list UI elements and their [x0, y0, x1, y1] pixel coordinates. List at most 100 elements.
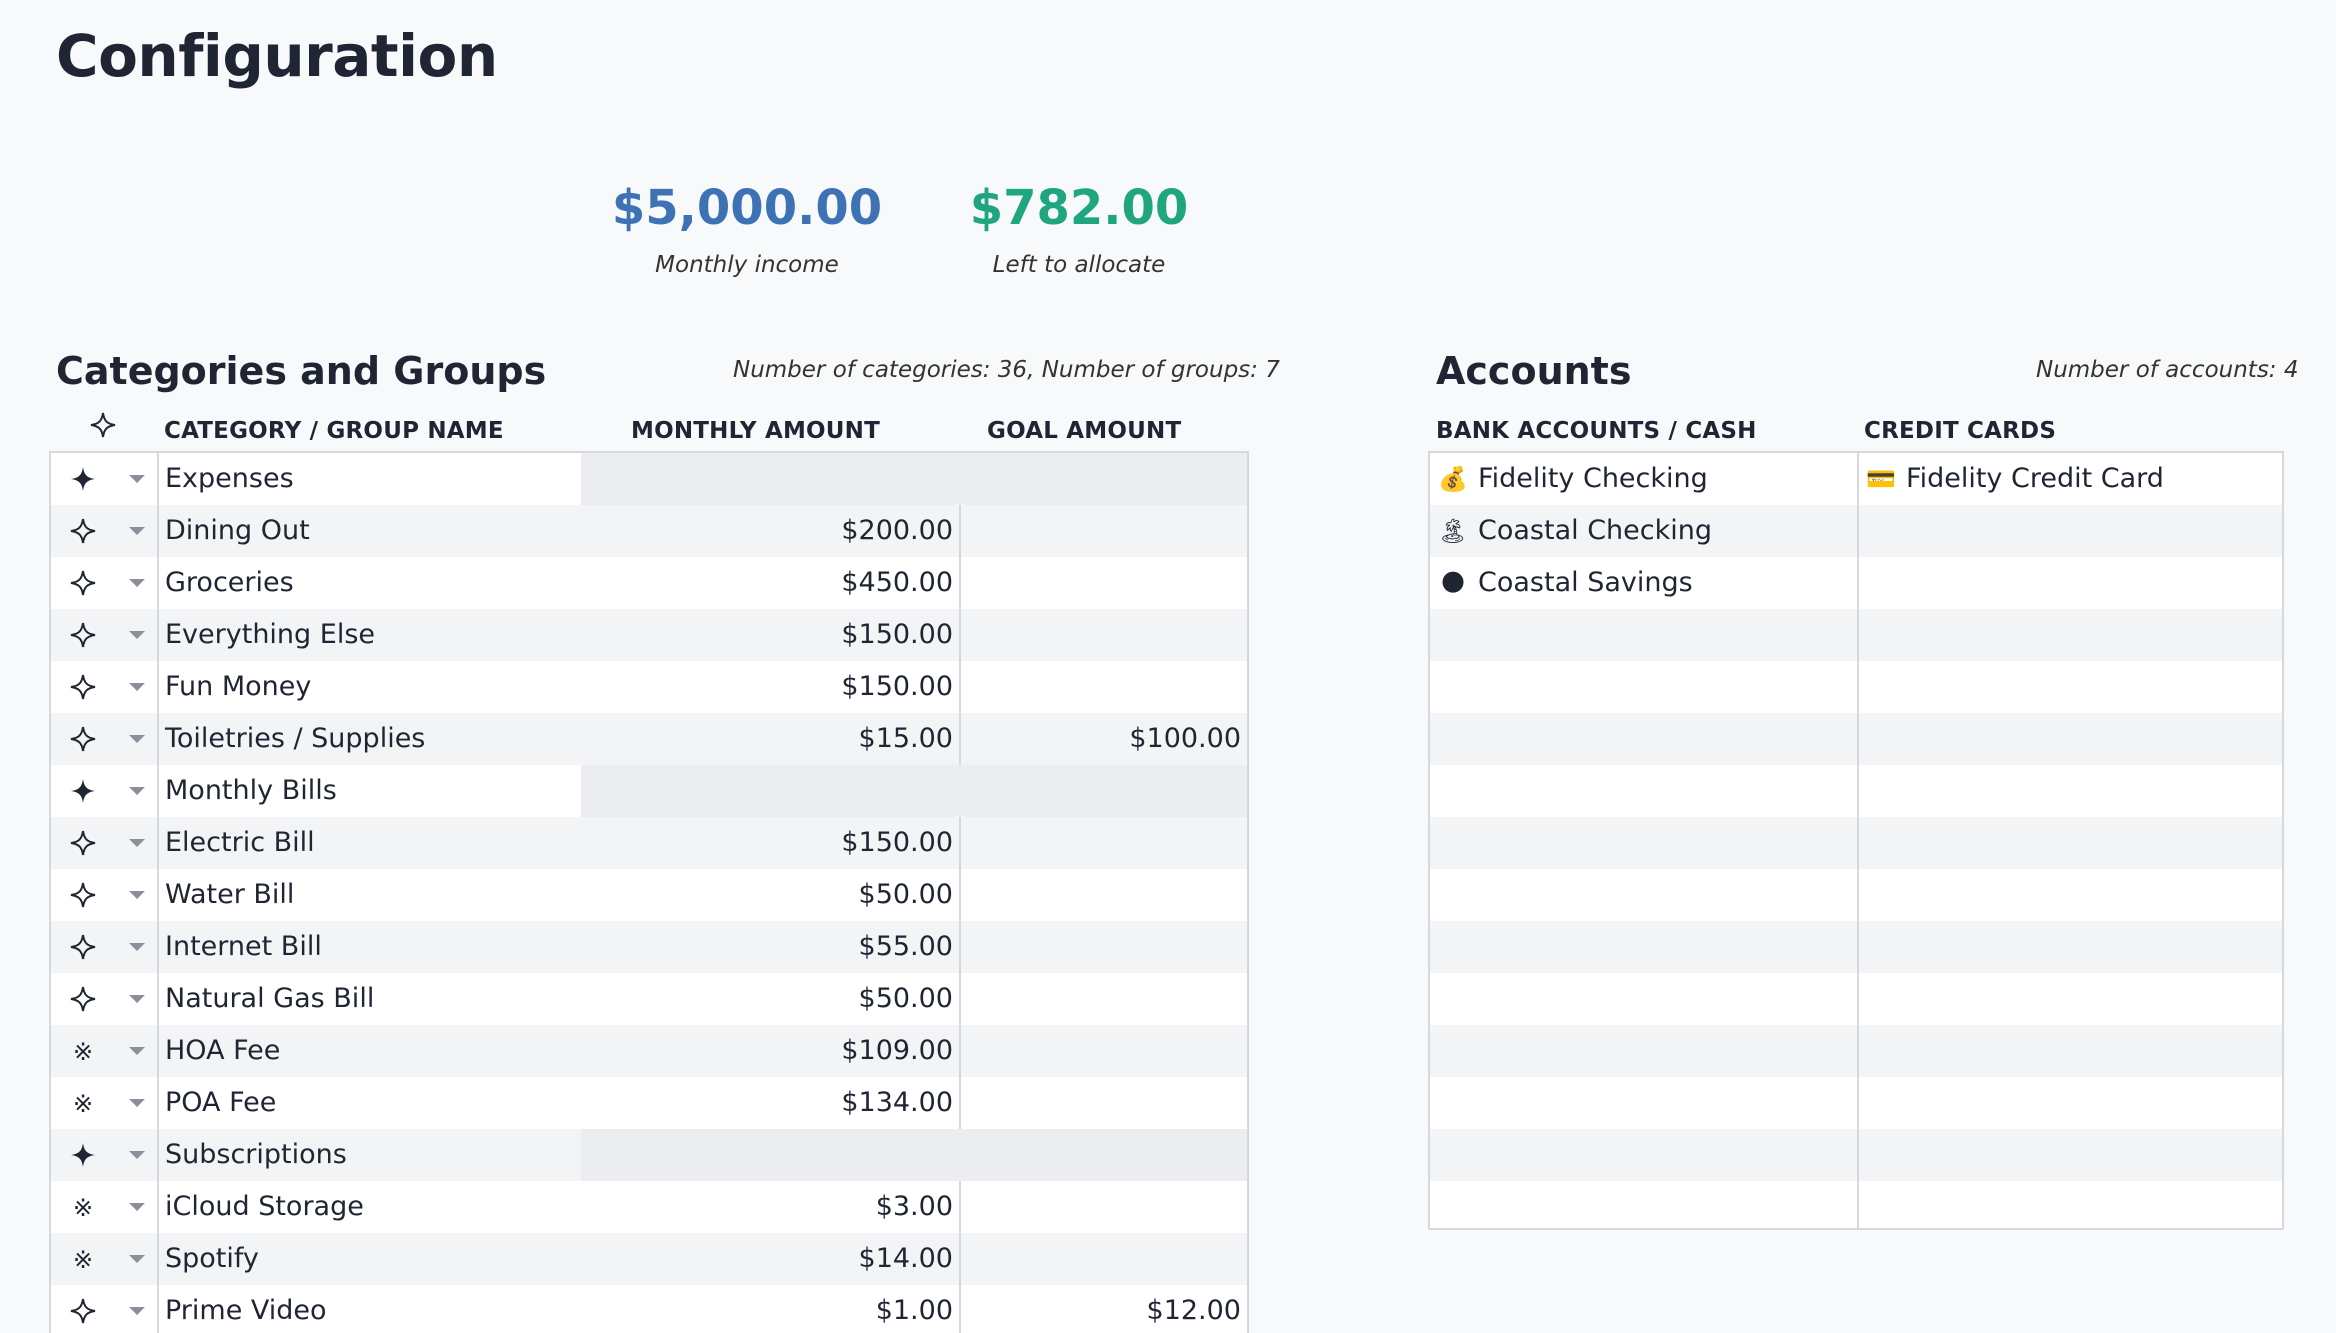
category-row[interactable]: ※ POA Fee $134.00 — [51, 1077, 1247, 1129]
credit-card-item[interactable]: 💳 Fidelity Credit Card — [1864, 453, 2164, 505]
monthly-amount-cell[interactable]: $150.00 — [581, 661, 961, 713]
chevron-down-icon[interactable] — [129, 735, 145, 743]
outline-star-icon[interactable] — [68, 672, 98, 702]
chevron-down-icon[interactable] — [129, 943, 145, 951]
bank-account-item[interactable]: 💰 Fidelity Checking — [1436, 453, 1708, 505]
goal-amount-cell[interactable] — [913, 869, 1247, 921]
group-name[interactable]: Expenses — [165, 453, 625, 505]
category-row[interactable]: Water Bill $50.00 — [51, 869, 1247, 921]
goal-amount-cell[interactable]: $100.00 — [913, 713, 1247, 765]
outline-star-icon[interactable] — [88, 410, 118, 440]
category-row[interactable]: Internet Bill $55.00 — [51, 921, 1247, 973]
group-row[interactable]: Monthly Bills — [51, 765, 1247, 817]
goal-amount-cell[interactable] — [913, 557, 1247, 609]
group-row[interactable]: Subscriptions — [51, 1129, 1247, 1181]
category-name[interactable]: Toiletries / Supplies — [165, 713, 625, 765]
category-row[interactable]: Natural Gas Bill $50.00 — [51, 973, 1247, 1025]
goal-amount-cell[interactable] — [913, 1233, 1247, 1285]
category-row[interactable]: Groceries $450.00 — [51, 557, 1247, 609]
outline-star-icon[interactable] — [68, 932, 98, 962]
group-name[interactable]: Subscriptions — [165, 1129, 625, 1181]
group-name[interactable]: Monthly Bills — [165, 765, 625, 817]
column-header-credit-cards[interactable]: CREDIT CARDS — [1864, 418, 2056, 444]
category-row[interactable]: Everything Else $150.00 — [51, 609, 1247, 661]
chevron-down-icon[interactable] — [129, 891, 145, 899]
monthly-amount-cell[interactable]: $450.00 — [581, 557, 961, 609]
column-header-monthly-amount[interactable]: MONTHLY AMOUNT — [631, 418, 880, 444]
outline-star-icon[interactable] — [68, 568, 98, 598]
monthly-amount-cell[interactable]: $1.00 — [581, 1285, 961, 1333]
goal-amount-cell[interactable] — [913, 765, 1247, 817]
group-row[interactable]: Expenses — [51, 453, 1247, 505]
bank-account-item[interactable]: 🌑 Coastal Savings — [1436, 557, 1692, 609]
category-name[interactable]: iCloud Storage — [165, 1181, 625, 1233]
column-header-goal-amount[interactable]: GOAL AMOUNT — [987, 418, 1181, 444]
category-row[interactable]: Dining Out $200.00 — [51, 505, 1247, 557]
goal-amount-cell[interactable] — [913, 505, 1247, 557]
category-name[interactable]: Spotify — [165, 1233, 625, 1285]
category-name[interactable]: HOA Fee — [165, 1025, 625, 1077]
monthly-amount-cell[interactable]: $109.00 — [581, 1025, 961, 1077]
category-row[interactable]: ※ Spotify $14.00 — [51, 1233, 1247, 1285]
monthly-amount-cell[interactable] — [581, 453, 963, 505]
outline-star-icon[interactable] — [68, 828, 98, 858]
monthly-amount-cell[interactable]: $150.00 — [581, 817, 961, 869]
chevron-down-icon[interactable] — [129, 1047, 145, 1055]
goal-amount-cell[interactable] — [913, 973, 1247, 1025]
category-row[interactable]: Fun Money $150.00 — [51, 661, 1247, 713]
goal-amount-cell[interactable] — [913, 1181, 1247, 1233]
goal-amount-cell[interactable] — [913, 921, 1247, 973]
monthly-amount-cell[interactable]: $15.00 — [581, 713, 961, 765]
category-row[interactable]: Electric Bill $150.00 — [51, 817, 1247, 869]
goal-amount-cell[interactable] — [913, 661, 1247, 713]
goal-amount-cell[interactable] — [913, 609, 1247, 661]
monthly-amount-cell[interactable]: $134.00 — [581, 1077, 961, 1129]
category-name[interactable]: Internet Bill — [165, 921, 625, 973]
monthly-amount-cell[interactable]: $3.00 — [581, 1181, 961, 1233]
filled-star-icon[interactable] — [68, 1140, 98, 1170]
filled-star-icon[interactable] — [68, 776, 98, 806]
category-row[interactable]: Prime Video $1.00 $12.00 — [51, 1285, 1247, 1333]
category-name[interactable]: Everything Else — [165, 609, 625, 661]
chevron-down-icon[interactable] — [129, 1307, 145, 1315]
monthly-amount-cell[interactable] — [581, 765, 963, 817]
column-header-name[interactable]: CATEGORY / GROUP NAME — [164, 418, 504, 444]
category-name[interactable]: Dining Out — [165, 505, 625, 557]
monthly-amount-cell[interactable]: $50.00 — [581, 869, 961, 921]
chevron-down-icon[interactable] — [129, 995, 145, 1003]
monthly-amount-cell[interactable]: $14.00 — [581, 1233, 961, 1285]
category-row[interactable]: ※ iCloud Storage $3.00 — [51, 1181, 1247, 1233]
chevron-down-icon[interactable] — [129, 1151, 145, 1159]
outline-star-icon[interactable] — [68, 984, 98, 1014]
chevron-down-icon[interactable] — [129, 683, 145, 691]
goal-amount-cell[interactable] — [913, 1129, 1247, 1181]
filled-star-icon[interactable] — [68, 464, 98, 494]
category-name[interactable]: Fun Money — [165, 661, 625, 713]
category-name[interactable]: POA Fee — [165, 1077, 625, 1129]
outline-star-icon[interactable] — [68, 516, 98, 546]
monthly-amount-cell[interactable]: $150.00 — [581, 609, 961, 661]
chevron-down-icon[interactable] — [129, 1099, 145, 1107]
category-name[interactable]: Water Bill — [165, 869, 625, 921]
chevron-down-icon[interactable] — [129, 579, 145, 587]
asterisk-icon[interactable]: ※ — [68, 1088, 98, 1118]
category-name[interactable]: Groceries — [165, 557, 625, 609]
monthly-amount-cell[interactable]: $55.00 — [581, 921, 961, 973]
outline-star-icon[interactable] — [68, 724, 98, 754]
goal-amount-cell[interactable] — [913, 453, 1247, 505]
monthly-amount-cell[interactable] — [581, 1129, 963, 1181]
column-header-bank-accounts[interactable]: BANK ACCOUNTS / CASH — [1436, 418, 1757, 444]
outline-star-icon[interactable] — [68, 880, 98, 910]
chevron-down-icon[interactable] — [129, 1255, 145, 1263]
category-name[interactable]: Prime Video — [165, 1285, 625, 1333]
chevron-down-icon[interactable] — [129, 527, 145, 535]
outline-star-icon[interactable] — [68, 620, 98, 650]
goal-amount-cell[interactable] — [913, 1025, 1247, 1077]
goal-amount-cell[interactable] — [913, 1077, 1247, 1129]
category-name[interactable]: Natural Gas Bill — [165, 973, 625, 1025]
chevron-down-icon[interactable] — [129, 631, 145, 639]
chevron-down-icon[interactable] — [129, 839, 145, 847]
goal-amount-cell[interactable] — [913, 817, 1247, 869]
bank-account-item[interactable]: 🏝 Coastal Checking — [1436, 505, 1712, 557]
asterisk-icon[interactable]: ※ — [68, 1192, 98, 1222]
